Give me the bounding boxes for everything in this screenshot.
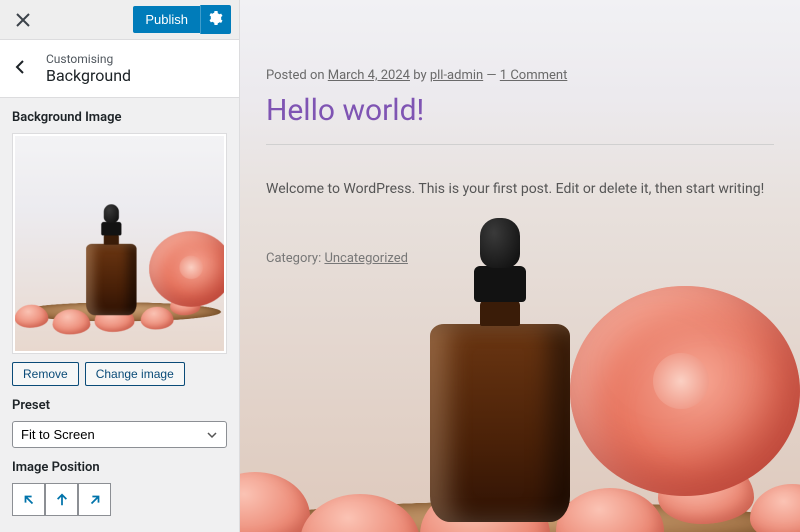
close-icon	[16, 13, 30, 27]
customizer-sidebar: Publish Customising Background Backgroun…	[0, 0, 240, 532]
bg-image-actions: Remove Change image	[12, 362, 227, 386]
section-titles: Customising Background	[46, 52, 131, 85]
position-top-right[interactable]	[78, 483, 111, 516]
position-top-center[interactable]	[45, 483, 78, 516]
meta-prefix: Posted on	[266, 68, 328, 83]
preset-select[interactable]: Fit to Screen	[12, 421, 227, 448]
bg-image-label: Background Image	[12, 110, 227, 125]
arrow-up-right-icon	[88, 493, 102, 507]
position-top-left[interactable]	[12, 483, 45, 516]
bg-image-thumbnail[interactable]	[12, 133, 227, 354]
arrow-up-icon	[55, 493, 69, 507]
post-author-link[interactable]: pll-admin	[430, 68, 483, 83]
post-category: Category: Uncategorized	[266, 251, 774, 266]
publish-group: Publish	[133, 5, 231, 34]
meta-by: by	[410, 68, 430, 83]
post-divider	[266, 144, 774, 145]
back-button[interactable]	[14, 58, 38, 79]
post-card: Posted on March 4, 2024 by pll-admin — 1…	[240, 52, 800, 294]
post-date-link[interactable]: March 4, 2024	[328, 68, 410, 83]
post-title[interactable]: Hello world!	[266, 93, 774, 128]
gear-icon	[209, 11, 223, 25]
remove-image-button[interactable]: Remove	[12, 362, 79, 386]
close-button[interactable]	[8, 5, 38, 35]
category-link[interactable]: Uncategorized	[324, 251, 407, 266]
app-root: Publish Customising Background Backgroun…	[0, 0, 800, 532]
publish-button[interactable]: Publish	[133, 6, 200, 33]
change-image-button[interactable]: Change image	[85, 362, 185, 386]
panel-body: Background Image	[0, 98, 239, 532]
section-supertitle: Customising	[46, 52, 131, 66]
chevron-left-icon	[14, 60, 28, 74]
category-label: Category:	[266, 251, 324, 266]
preset-label: Preset	[12, 398, 227, 413]
site-preview: Posted on March 4, 2024 by pll-admin — 1…	[240, 0, 800, 532]
sidebar-topbar: Publish	[0, 0, 239, 40]
meta-sep: —	[483, 68, 500, 83]
image-position-label: Image Position	[12, 460, 227, 475]
section-title: Background	[46, 66, 131, 85]
section-header: Customising Background	[0, 40, 239, 98]
image-position-grid	[12, 483, 227, 515]
post-meta: Posted on March 4, 2024 by pll-admin — 1…	[266, 68, 774, 83]
arrow-up-left-icon	[22, 493, 36, 507]
post-excerpt: Welcome to WordPress. This is your first…	[266, 181, 774, 197]
post-comments-link[interactable]: 1 Comment	[500, 68, 568, 83]
publish-settings-button[interactable]	[200, 5, 231, 34]
